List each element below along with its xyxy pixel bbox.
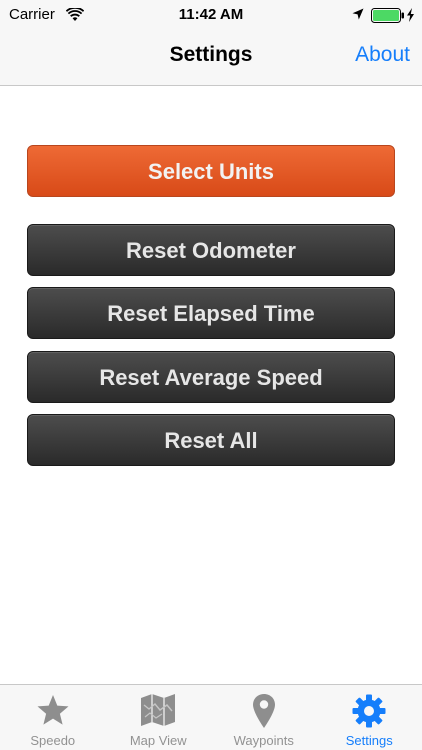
reset-all-button[interactable]: Reset All	[27, 414, 395, 466]
status-bar: Carrier 11:42 AM	[0, 0, 422, 30]
tab-label: Map View	[129, 733, 187, 748]
gear-icon	[352, 694, 386, 728]
reset-elapsed-time-button[interactable]: Reset Elapsed Time	[27, 287, 395, 339]
navigation-bar: Carrier 11:42 AM Settings About	[0, 0, 422, 86]
tab-label: Speedo	[30, 733, 76, 748]
tab-bar: Speedo Map View Waypoints Settings	[0, 684, 422, 750]
tab-label: Settings	[345, 733, 393, 748]
tab-waypoints[interactable]: Waypoints	[211, 685, 317, 750]
tab-speedo[interactable]: Speedo	[0, 685, 106, 750]
about-button[interactable]: About	[355, 43, 410, 67]
tab-label: Waypoints	[233, 733, 294, 748]
pin-icon	[252, 694, 275, 728]
charging-bolt-icon	[407, 8, 414, 22]
reset-odometer-button[interactable]: Reset Odometer	[27, 224, 395, 276]
select-units-button[interactable]: Select Units	[27, 145, 395, 197]
location-arrow-icon	[352, 8, 364, 20]
map-icon	[141, 694, 176, 726]
tab-settings[interactable]: Settings	[317, 685, 422, 750]
settings-screen: Carrier 11:42 AM Settings About Select U…	[0, 0, 422, 750]
reset-average-speed-button[interactable]: Reset Average Speed	[27, 351, 395, 403]
star-icon	[37, 695, 69, 725]
tab-map-view[interactable]: Map View	[106, 685, 212, 750]
battery-icon	[371, 8, 404, 23]
